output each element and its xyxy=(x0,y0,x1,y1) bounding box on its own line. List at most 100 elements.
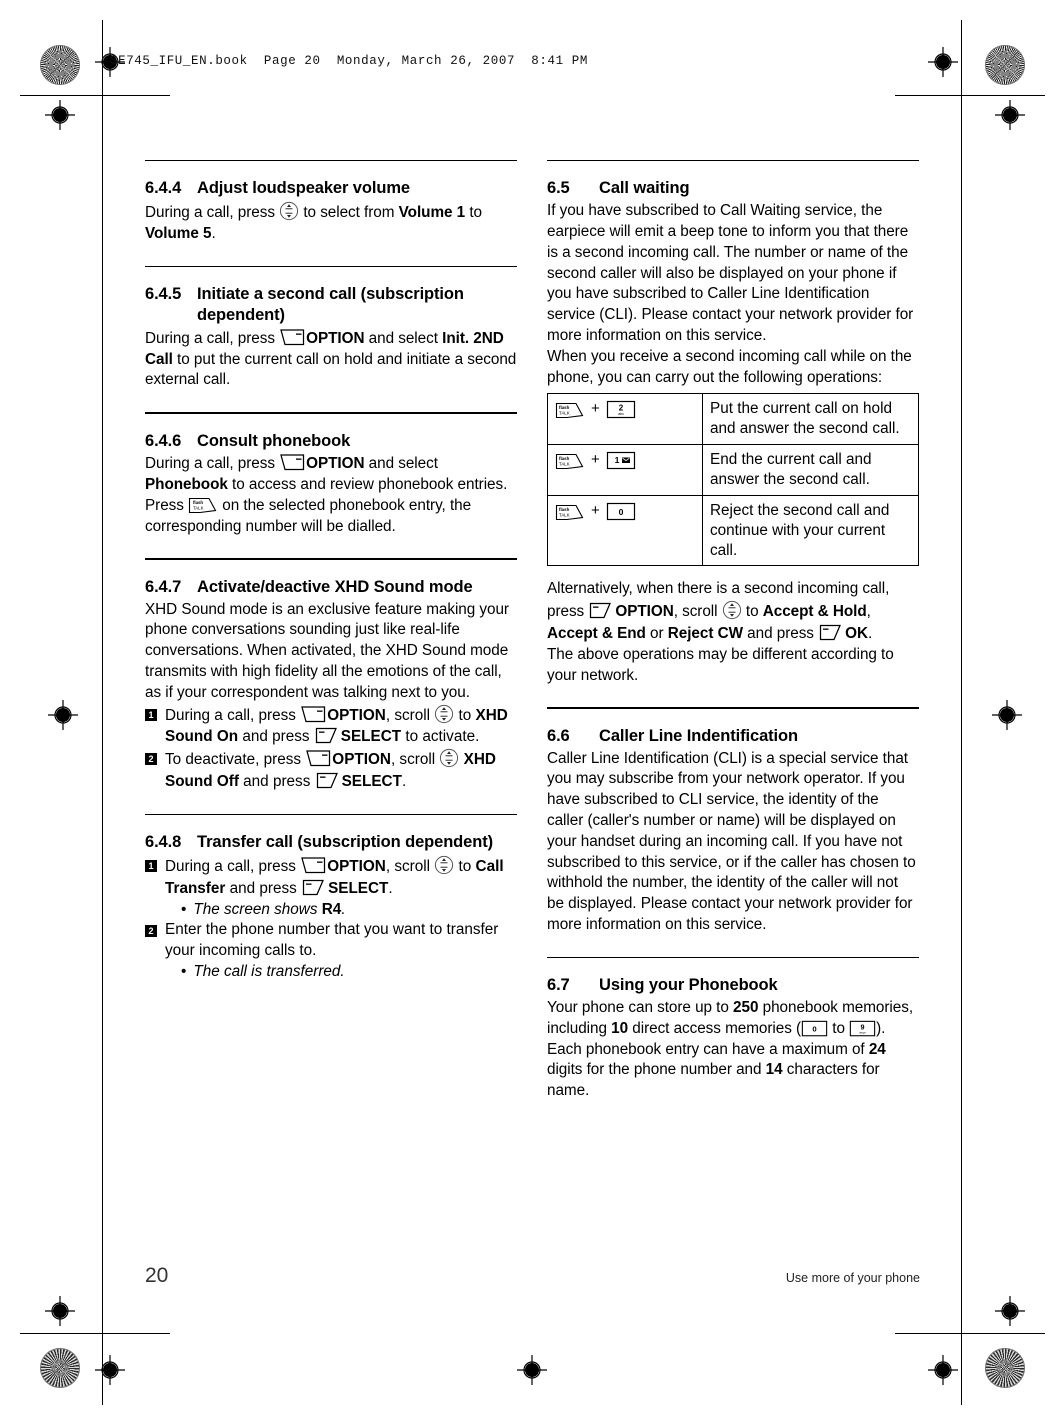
text-run: , scroll xyxy=(673,603,722,621)
text-run: During a call, press xyxy=(165,706,301,724)
text-run: to xyxy=(465,204,482,222)
text-run: The screen shows xyxy=(193,900,322,918)
text-run: During a call, press xyxy=(145,455,280,473)
step-text: To deactivate, press OPTION, scroll XHD … xyxy=(165,748,517,793)
page-footer: 20 Use more of your phone xyxy=(145,1264,920,1288)
keypad-2-abc-icon: 2 abc xyxy=(606,400,636,419)
sub-bullet-list: The call is transferred. xyxy=(165,962,517,983)
paragraph-6-7: Your phone can store up to 250 phonebook… xyxy=(547,998,919,1102)
plus-sign: + xyxy=(591,451,600,469)
heading-title: Transfer call (subscription dependent) xyxy=(197,833,494,852)
paragraph-6-5-a: If you have subscribed to Call Waiting s… xyxy=(547,202,914,344)
paragraph-6-5-c: Alternatively, when there is a second in… xyxy=(547,579,919,644)
list-item: 2 To deactivate, press OPTION, scroll XH… xyxy=(145,748,517,793)
svg-text:flash: flash xyxy=(193,500,203,505)
section-rule xyxy=(145,160,517,162)
heading-title: Caller Line Indentification xyxy=(599,726,798,745)
left-softkey-icon xyxy=(300,705,327,724)
registration-target-left-lower xyxy=(45,1296,75,1326)
registration-target-bottom-left xyxy=(95,1355,125,1385)
left-softkey-icon xyxy=(300,856,327,875)
step-text: Enter the phone number that you want to … xyxy=(165,920,517,982)
section-rule xyxy=(145,813,517,816)
description-cell: End the current call and answer the seco… xyxy=(702,444,919,496)
heading-number: 6.6 xyxy=(547,726,570,745)
heading-title: Activate/deactive XHD Sound mode xyxy=(197,577,473,596)
text-run: and press xyxy=(742,625,819,643)
heading-number: 6.5 xyxy=(547,179,570,198)
text-bold: Volume 5 xyxy=(145,224,212,242)
text-run: and press xyxy=(225,879,302,897)
description-cell: Put the current call on hold and answer … xyxy=(702,393,919,446)
section-6-4-6: 6.4.6 Consult phonebook During a call, p… xyxy=(145,431,517,538)
softkey-label-option: OPTION xyxy=(327,857,386,875)
heading-6-4-5: 6.4.5 Initiate a second call (subscripti… xyxy=(145,284,517,326)
text-run: to access and review phonebook entries. xyxy=(227,476,508,494)
softkey-label-select: SELECT xyxy=(328,879,389,897)
left-softkey-icon xyxy=(279,328,306,347)
registration-target-bottom-right xyxy=(928,1355,958,1385)
text-run: and select xyxy=(364,329,443,347)
softkey-label-select: SELECT xyxy=(340,728,402,746)
table-row: flash TALK +0 Reject the second call and c… xyxy=(547,494,919,567)
left-softkey-icon xyxy=(305,749,332,768)
heading-6-4-4: 6.4.4 Adjust loudspeaker volume xyxy=(145,178,517,199)
softkey-label-option: OPTION xyxy=(615,603,674,621)
text-bold: Accept & Hold xyxy=(762,603,867,621)
svg-text:flash: flash xyxy=(559,456,570,461)
heading-title: Consult phonebook xyxy=(197,431,351,450)
section-6-5: 6.5 Call waiting If you have subscribed … xyxy=(547,178,919,686)
page-number: 20 xyxy=(145,1264,169,1287)
section-rule xyxy=(145,412,517,414)
heading-number: 6.4.7 xyxy=(145,577,182,596)
paragraph-6-4-5: During a call, press OPTION and select I… xyxy=(145,328,517,391)
heading-title: Call waiting xyxy=(599,179,690,198)
up-down-navigation-key-icon xyxy=(722,600,742,620)
starburst-mark-bottom-right xyxy=(985,1348,1025,1388)
keypad-0-icon: 0 xyxy=(606,502,636,521)
text-run: or xyxy=(645,625,668,643)
section-6-6: 6.6 Caller Line Indentification Caller L… xyxy=(547,726,919,936)
text-run: . xyxy=(401,773,407,791)
svg-text:abc: abc xyxy=(618,412,624,416)
text-bold: Phonebook xyxy=(145,476,228,494)
step-number-2: 2 xyxy=(145,753,157,766)
text-bold: 10 xyxy=(611,1019,629,1037)
crop-line-horizontal-top xyxy=(20,95,170,96)
running-head: Use more of your phone xyxy=(785,1271,920,1285)
text-run: To deactivate, press xyxy=(165,751,306,769)
heading-6-4-8: 6.4.8 Transfer call (subscription depend… xyxy=(145,832,517,853)
heading-number: 6.4.8 xyxy=(145,833,182,852)
heading-6-4-6: 6.4.6 Consult phonebook xyxy=(145,431,517,452)
text-bold: Reject CW xyxy=(667,625,743,643)
step-text: During a call, press OPTION, scroll to X… xyxy=(165,704,517,749)
registration-target-mid-right xyxy=(992,700,1022,730)
text-run: . xyxy=(867,625,873,643)
up-down-navigation-key-icon xyxy=(434,855,454,875)
section-rule xyxy=(547,956,919,959)
step-list-6-4-8: 1 During a call, press OPTION, scroll to… xyxy=(145,855,517,983)
call-waiting-key-table: flash TALK +2 abc Put the current call on h… xyxy=(547,393,919,567)
list-item: 2 Enter the phone number that you want t… xyxy=(145,920,517,982)
registration-target-right-upper xyxy=(995,100,1025,130)
text-bold: Volume 1 xyxy=(398,204,466,222)
paragraph-6-4-6-b: Press flash TALK on the selected phoneboo… xyxy=(145,496,517,538)
section-6-4-5: 6.4.5 Initiate a second call (subscripti… xyxy=(145,284,517,391)
registration-target-bottom-center xyxy=(517,1355,547,1385)
heading-number: 6.7 xyxy=(547,976,570,995)
step-list-6-4-7: 1 During a call, press OPTION, scroll to… xyxy=(145,704,517,793)
text-bold: R4 xyxy=(321,900,342,918)
softkey-label-option: OPTION xyxy=(306,455,365,473)
text-run: . xyxy=(388,879,393,897)
registration-target-top-right xyxy=(928,47,958,77)
svg-text:0: 0 xyxy=(618,507,623,517)
page-content: 6.4.4 Adjust loudspeaker volume During a… xyxy=(145,160,920,1102)
up-down-navigation-key-icon xyxy=(434,704,454,724)
starburst-mark-top-left xyxy=(40,45,80,85)
svg-text:1: 1 xyxy=(614,455,619,465)
section-6-4-4: 6.4.4 Adjust loudspeaker volume During a… xyxy=(145,178,517,244)
text-run: to put the current call on hold and init… xyxy=(145,350,517,389)
crop-line-horizontal-bottom-right xyxy=(895,1333,1045,1334)
text-run: to xyxy=(454,857,476,875)
right-softkey-icon xyxy=(301,878,328,897)
